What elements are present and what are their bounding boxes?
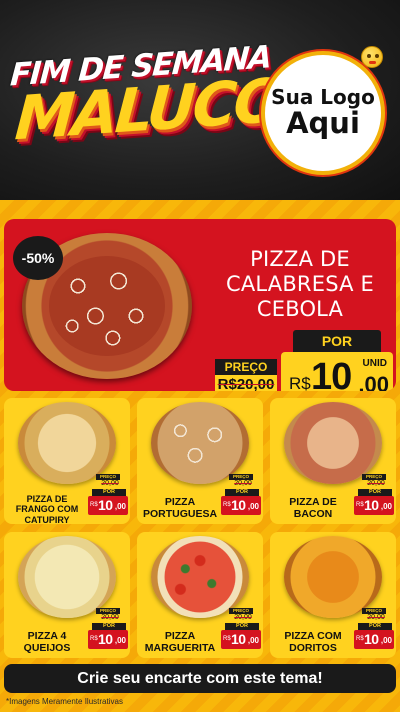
price-tag: R$ 10,00 (354, 630, 394, 649)
old-price: 20,00 (367, 614, 385, 621)
product-name: PIZZA DE BACON (289, 496, 337, 521)
logo-placeholder[interactable]: Sua Logo Aqui (261, 51, 385, 175)
price-integer: 10 (311, 356, 352, 391)
price-tag: R$ 10,00 (221, 630, 261, 649)
currency: R$ (289, 374, 311, 391)
por-label: POR (225, 489, 259, 496)
price-decimal: ,00 (358, 372, 389, 391)
old-price: 20,00 (101, 480, 119, 487)
old-price: 20,00 (234, 614, 252, 621)
product-card[interactable]: PIZZA DE FRANGO COM CATUPIRY PREÇO 20,00… (4, 398, 130, 524)
product-card[interactable]: PIZZA 4 QUEIJOS PREÇO 20,00 POR R$ 10,00 (4, 532, 130, 658)
old-price: 20,00 (367, 480, 385, 487)
disclaimer-text: *Imagens Meramente Ilustrativas (6, 697, 123, 706)
price-tag: R$ 10,00 (221, 496, 261, 515)
product-card[interactable]: PIZZA MARGUERITA PREÇO 20,00 POR R$ 10,00 (137, 532, 263, 658)
pizza-image (284, 536, 382, 618)
product-card[interactable]: PIZZA PORTUGUESA PREÇO 20,00 POR R$ 10,00 (137, 398, 263, 524)
product-name: PIZZA 4 QUEIJOS (23, 630, 71, 655)
por-label: POR (358, 623, 392, 630)
old-price: 20,00 (234, 480, 252, 487)
product-name: PIZZA COM DORITOS (284, 630, 342, 655)
featured-offer-card[interactable]: -50% PIZZA DE CALABRESA E CEBOLA PREÇO R… (4, 219, 396, 391)
por-label: POR (92, 623, 126, 630)
por-label: POR (92, 489, 126, 496)
old-price: 20,00 (101, 614, 119, 621)
title-bottom: MALUCO (12, 65, 284, 155)
featured-product-name: PIZZA DE CALABRESA E CEBOLA (225, 247, 375, 322)
por-label: POR (293, 330, 381, 352)
price-tag: R$ 10,00 (88, 630, 128, 649)
promo-title: FIM DE SEMANA MALUCO (9, 39, 284, 155)
logo-text-line2: Aqui (286, 106, 360, 141)
por-label: POR (225, 623, 259, 630)
product-name: PIZZA PORTUGUESA (142, 496, 218, 521)
header-banner: FIM DE SEMANA MALUCO Sua Logo Aqui (0, 0, 400, 200)
preco-label: PREÇO (215, 359, 277, 375)
unit-label: UNID (362, 358, 387, 369)
price-tag: R$ 10,00 (88, 496, 128, 515)
pizza-image (18, 402, 116, 484)
price-tag: R$ 10,00 (354, 496, 394, 515)
pizza-image (151, 536, 249, 618)
product-card[interactable]: PIZZA DE BACON PREÇO 20,00 POR R$ 10,00 (270, 398, 396, 524)
cta-banner[interactable]: Crie seu encarte com este tema! (4, 664, 396, 693)
old-price: R$20,00 (215, 375, 277, 391)
tongue-emoji-icon (361, 46, 383, 68)
logo-text-line1: Sua Logo (271, 85, 375, 110)
product-name: PIZZA DE FRANGO COM CATUPIRY (15, 494, 79, 524)
pizza-image (284, 402, 382, 484)
discount-badge: -50% (13, 236, 63, 280)
product-card[interactable]: PIZZA COM DORITOS PREÇO 20,00 POR R$ 10,0… (270, 532, 396, 658)
pizza-image (18, 536, 116, 618)
por-label: POR (358, 489, 392, 496)
featured-price: R$ 10 UNID ,00 (281, 352, 393, 391)
product-name: PIZZA MARGUERITA (144, 630, 216, 655)
pizza-image (151, 402, 249, 484)
